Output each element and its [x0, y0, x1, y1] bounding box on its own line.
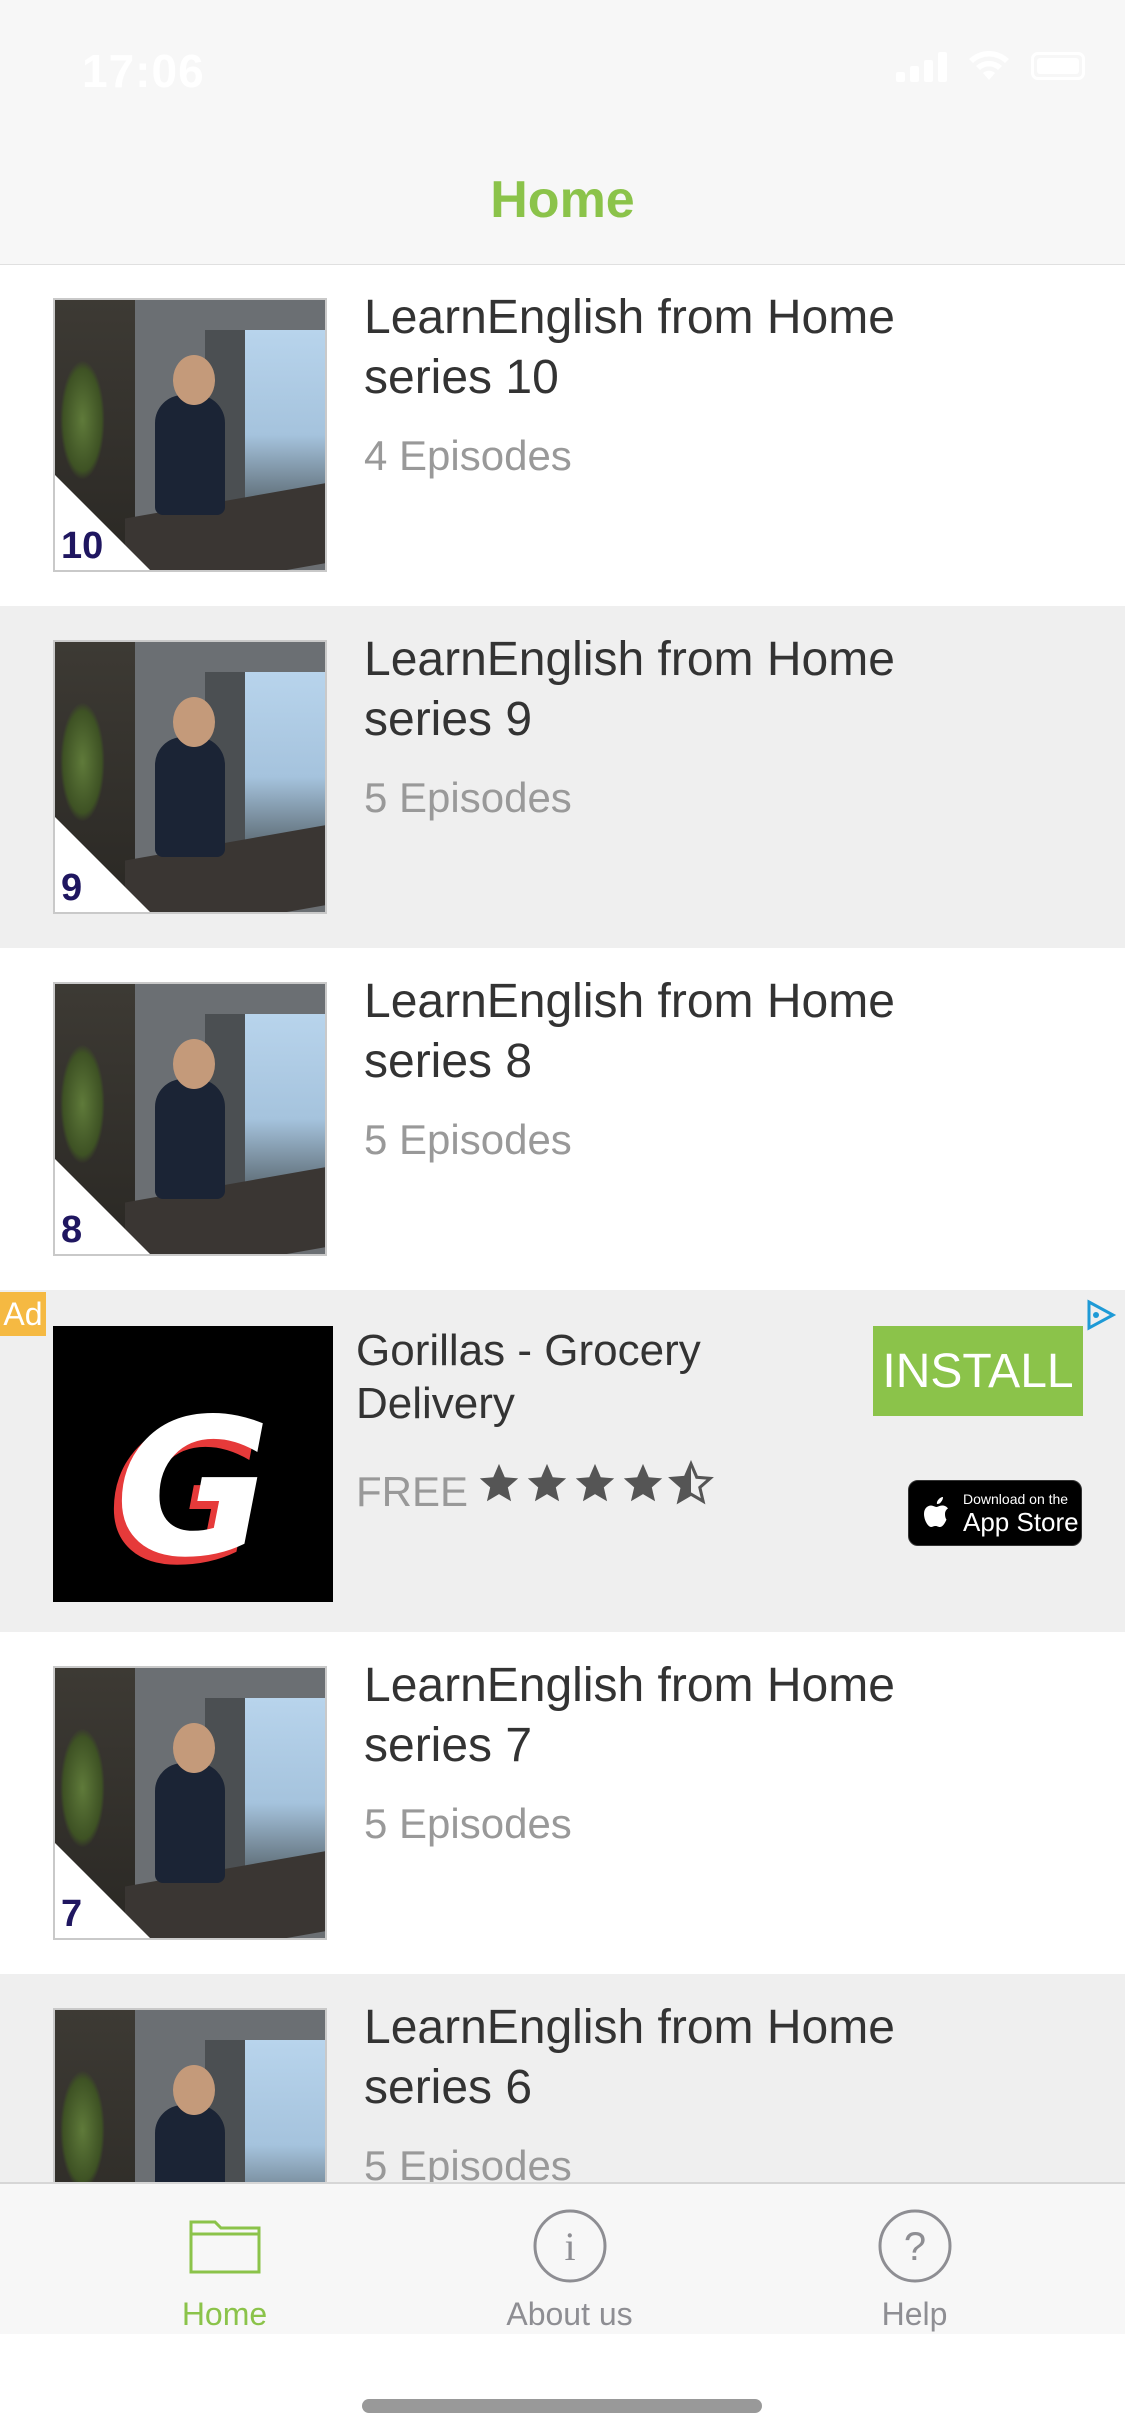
- series-title: LearnEnglish from Home series 10: [364, 291, 895, 404]
- series-thumbnail: 10: [53, 298, 327, 572]
- signal-icon: [896, 50, 947, 82]
- ad-price: FREE: [356, 1468, 469, 1515]
- tab-label: Help: [881, 2296, 948, 2332]
- list-item[interactable]: 8 LearnEnglish from Home series 8 5 Epis…: [0, 948, 1125, 1290]
- star-icon: [479, 1463, 519, 1502]
- list-item[interactable]: 6 LearnEnglish from Home series 6 5 Epis…: [0, 1974, 1125, 2182]
- list-item[interactable]: 10 LearnEnglish from Home series 10 4 Ep…: [0, 264, 1125, 606]
- series-number: 10: [61, 525, 104, 567]
- series-title: LearnEnglish from Home series 7: [364, 1659, 895, 1772]
- star-icon: [527, 1463, 567, 1502]
- rating-stars: [476, 1460, 714, 1506]
- tab-help[interactable]: ? Help: [727, 2184, 1102, 2336]
- series-title: LearnEnglish from Home series 8: [364, 975, 895, 1088]
- info-icon: i: [533, 2209, 606, 2283]
- list-item[interactable]: 7 LearnEnglish from Home series 7 5 Epis…: [0, 1632, 1125, 1974]
- episode-count: 5 Episodes: [364, 1116, 572, 1163]
- tab-bar: Home i About us ? Help: [0, 2182, 1125, 2336]
- help-icon: ?: [878, 2209, 951, 2283]
- star-icon: [575, 1463, 615, 1502]
- ad-badge: Ad: [0, 1292, 46, 1336]
- series-thumbnail: 6: [53, 2008, 327, 2182]
- tab-label: About us: [506, 2296, 633, 2332]
- nav-bar: Home: [0, 132, 1125, 265]
- status-time: 17:06: [82, 45, 205, 97]
- series-thumbnail: 9: [53, 640, 327, 914]
- episode-count: 5 Episodes: [364, 774, 572, 821]
- page-title: Home: [490, 171, 635, 229]
- apple-icon: [924, 1497, 948, 1527]
- ad-logo-letter: G: [115, 1378, 271, 1599]
- folder-icon: [189, 2220, 260, 2274]
- half-star-icon: [668, 1460, 714, 1505]
- svg-text:?: ?: [903, 2225, 925, 2269]
- series-list: 10 LearnEnglish from Home series 10 4 Ep…: [0, 264, 1125, 2182]
- series-title: LearnEnglish from Home series 6: [364, 2001, 895, 2114]
- episode-count: 5 Episodes: [364, 2142, 572, 2182]
- tab-home[interactable]: Home: [37, 2184, 412, 2336]
- series-title: LearnEnglish from Home series 9: [364, 633, 895, 746]
- series-number: 8: [61, 1209, 83, 1251]
- svg-text:i: i: [564, 2224, 575, 2269]
- ad-choices-icon[interactable]: [1083, 1298, 1117, 1332]
- series-thumbnail: 7: [53, 1666, 327, 1940]
- list-item[interactable]: 9 LearnEnglish from Home series 9 5 Epis…: [0, 606, 1125, 948]
- status-icons: [896, 50, 1085, 82]
- ad-app-logo: G: [53, 1326, 333, 1602]
- series-number: 7: [61, 1893, 83, 1935]
- episode-count: 4 Episodes: [364, 432, 572, 479]
- app-store-text: App Store: [963, 1507, 1079, 1537]
- home-indicator[interactable]: [362, 2399, 762, 2413]
- app-store-small-text: Download on the: [963, 1491, 1069, 1507]
- tab-about-us[interactable]: i About us: [382, 2184, 757, 2336]
- series-thumbnail: 8: [53, 982, 327, 1256]
- app-store-badge[interactable]: Download on the App Store: [908, 1480, 1082, 1546]
- series-number: 9: [61, 867, 83, 909]
- home-indicator-area: [0, 2334, 1125, 2436]
- star-icon: [623, 1463, 663, 1502]
- battery-icon: [1031, 52, 1085, 80]
- episode-count: 5 Episodes: [364, 1800, 572, 1847]
- tab-label: Home: [181, 2296, 268, 2332]
- wifi-icon: [969, 51, 1009, 80]
- status-bar: 17:06: [0, 0, 1125, 132]
- ad-banner[interactable]: Ad G Gorillas - Grocery Delivery FREE IN…: [0, 1290, 1125, 1632]
- install-button[interactable]: INSTALL: [873, 1326, 1083, 1416]
- ad-app-name: Gorillas - Grocery Delivery: [356, 1326, 701, 1428]
